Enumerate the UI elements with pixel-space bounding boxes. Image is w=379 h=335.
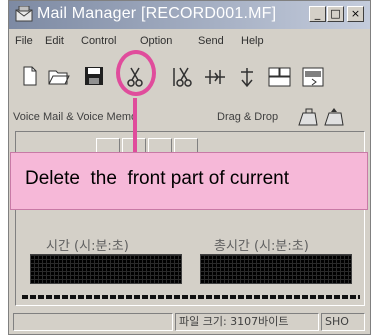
status-file-size: 파일 크기: 3107바이트 [175, 313, 319, 331]
menu-bar: File Edit Control Option Send Help [9, 32, 370, 52]
close-button[interactable]: × [347, 6, 364, 22]
total-time-label: 총시간 (시:분:초) [214, 239, 309, 254]
total-time-display [200, 254, 352, 284]
level-meter [22, 295, 360, 299]
window-icon [268, 67, 291, 87]
status-empty [13, 313, 173, 331]
window-title: Mail Manager [RECORD001.MF] [37, 5, 277, 22]
menu-option[interactable]: Option [140, 35, 172, 47]
drag-drop-send-icon[interactable] [323, 107, 345, 131]
insert-icon [241, 68, 253, 88]
highlight-circle [116, 50, 156, 96]
window-button[interactable] [265, 59, 295, 93]
save-button[interactable] [81, 59, 107, 93]
status-mode: SHO [321, 313, 365, 331]
maximize-button[interactable]: □ [327, 6, 344, 22]
save-disk-icon [85, 67, 103, 85]
window-send-button[interactable] [299, 59, 329, 93]
open-folder-icon [48, 70, 70, 85]
open-file-button[interactable] [45, 59, 71, 93]
new-file-icon [23, 66, 37, 86]
cut-back-icon [173, 67, 192, 87]
app-icon [15, 5, 33, 22]
window-send-icon [302, 67, 324, 87]
menu-edit[interactable]: Edit [45, 35, 64, 47]
split-icon [205, 70, 225, 84]
current-time-label: 시간 (시:분:초) [46, 239, 129, 254]
tooltip-callout: Delete the front part of current [10, 152, 368, 210]
menu-control[interactable]: Control [81, 35, 116, 47]
insert-button[interactable] [233, 59, 259, 93]
cut-back-button[interactable] [169, 59, 195, 93]
menu-send[interactable]: Send [198, 35, 224, 47]
toolbar [9, 59, 370, 99]
drag-drop-icon[interactable] [297, 107, 319, 131]
title-bar[interactable]: Mail Manager [RECORD001.MF] _ □ × [9, 1, 370, 29]
new-file-button[interactable] [17, 59, 43, 93]
menu-help[interactable]: Help [241, 35, 264, 47]
status-bar: 파일 크기: 3107바이트 SHO [9, 310, 370, 334]
voice-mail-label: Voice Mail & Voice Memo [13, 111, 138, 123]
voice-bar: Voice Mail & Voice Memo Drag & Drop [9, 105, 370, 129]
drag-drop-label: Drag & Drop [217, 111, 279, 123]
callout-line [133, 98, 137, 152]
current-time-display [30, 254, 182, 284]
menu-file[interactable]: File [15, 35, 33, 47]
tooltip-text: Delete the front part of current [25, 168, 290, 189]
split-button[interactable] [201, 59, 227, 93]
minimize-button[interactable]: _ [309, 6, 326, 22]
